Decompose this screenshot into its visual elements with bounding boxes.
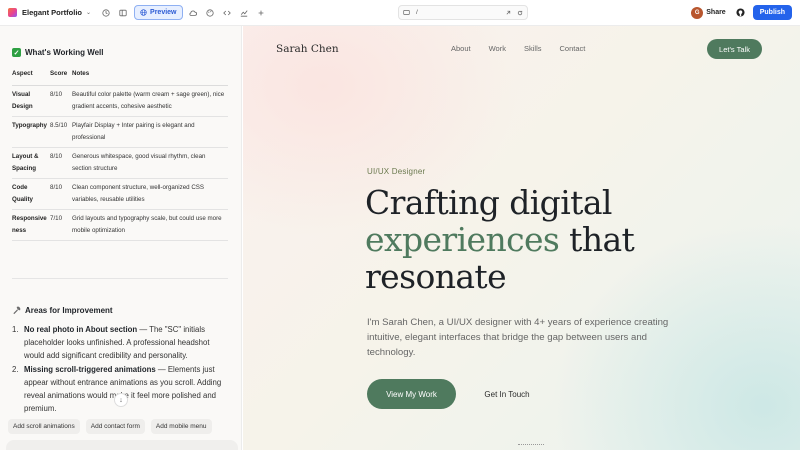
sidebar-toggle-icon[interactable] — [116, 6, 130, 20]
globe-icon — [140, 9, 147, 16]
preview-button[interactable]: Preview — [134, 5, 183, 20]
nav-link-skills[interactable]: Skills — [524, 44, 542, 53]
suggestion-chip[interactable]: Add contact form — [85, 419, 145, 434]
column-header: Aspect — [12, 66, 50, 86]
check-icon: ✓ — [12, 48, 21, 57]
aspect-cell: Layout & Spacing — [12, 147, 50, 179]
column-header: Score — [50, 66, 72, 86]
list-item: 2. Missing scroll-triggered animations —… — [12, 364, 222, 414]
share-button[interactable]: Share — [706, 9, 725, 16]
preview-label: Preview — [150, 9, 177, 16]
aspect-cell: Typography — [12, 116, 50, 148]
nav-link-about[interactable]: About — [451, 44, 471, 53]
url-bar[interactable]: / — [398, 5, 528, 20]
suggestion-chip[interactable]: Add scroll animations — [8, 419, 80, 434]
user-avatar[interactable]: G — [691, 6, 704, 19]
notes-cell: Grid layouts and typography scale, but c… — [72, 209, 228, 241]
nav-link-contact[interactable]: Contact — [560, 44, 586, 53]
table-row: Typography 8.5/10 Playfair Display + Int… — [12, 116, 228, 148]
table-header-row: Aspect Score Notes — [12, 66, 228, 86]
analytics-icon[interactable] — [237, 6, 251, 20]
table-row: Responsiveness 7/10 Grid layouts and typ… — [12, 209, 228, 241]
publish-button[interactable]: Publish — [752, 5, 792, 20]
suggestion-chip[interactable]: Add mobile menu — [150, 419, 212, 434]
history-icon[interactable] — [99, 6, 113, 20]
table-row: Layout & Spacing 8/10 Generous whitespac… — [12, 147, 228, 179]
palette-icon[interactable] — [203, 6, 217, 20]
site-nav: About Work Skills Contact — [451, 44, 585, 53]
site-preview: Sarah Chen About Work Skills Contact Let… — [243, 26, 800, 450]
table-row: Visual Design 8/10 Beautiful color palet… — [12, 85, 228, 117]
working-well-heading: ✓ What's Working Well — [12, 48, 104, 57]
scroll-down-button[interactable]: ↓ — [114, 393, 128, 407]
score-cell: 8/10 — [50, 147, 72, 179]
hero-eyebrow: UI/UX Designer — [367, 167, 426, 176]
chevron-down-icon: ⌄ — [86, 10, 92, 16]
notes-cell: Beautiful color palette (warm cream + sa… — [72, 85, 228, 117]
wrench-icon — [13, 306, 21, 315]
hero-title-accent: experiences — [365, 220, 560, 259]
app-logo-icon — [8, 8, 17, 17]
score-cell: 8.5/10 — [50, 116, 72, 148]
section-divider — [12, 278, 228, 279]
github-icon[interactable] — [736, 8, 745, 17]
score-cell: 7/10 — [50, 209, 72, 241]
notes-cell: Playfair Display + Inter pairing is eleg… — [72, 116, 228, 148]
hero-title: Crafting digital experiences that resona… — [365, 183, 635, 296]
code-icon[interactable] — [220, 6, 234, 20]
get-in-touch-button[interactable]: Get In Touch — [467, 379, 547, 409]
scroll-indicator — [518, 444, 544, 450]
hero-description: I'm Sarah Chen, a UI/UX designer with 4+… — [367, 317, 669, 358]
score-cell: 8/10 — [50, 178, 72, 210]
site-logo[interactable]: Sarah Chen — [276, 43, 339, 55]
open-external-icon[interactable] — [505, 10, 511, 16]
notes-cell: Clean component structure, well-organize… — [72, 178, 228, 210]
item-title: Missing scroll-triggered animations — [24, 364, 156, 374]
item-title: No real photo in About section — [24, 325, 138, 334]
url-path: / — [416, 9, 418, 16]
chat-panel: ✓ What's Working Well Aspect Score Notes… — [0, 26, 242, 450]
improvement-heading: Areas for Improvement — [12, 306, 113, 315]
message-composer[interactable] — [6, 440, 238, 450]
table-row: Code Quality 8/10 Clean component struct… — [12, 178, 228, 210]
suggestion-chips: Add scroll animations Add contact form A… — [8, 419, 212, 434]
top-toolbar: Elegant Portfolio ⌄ Preview / G Share Pu — [0, 0, 800, 26]
column-header: Notes — [72, 66, 228, 86]
add-icon[interactable] — [254, 6, 268, 20]
aspect-cell: Visual Design — [12, 85, 50, 117]
arrow-down-icon: ↓ — [119, 396, 123, 404]
score-cell: 8/10 — [50, 85, 72, 117]
notes-cell: Generous whitespace, good visual rhythm,… — [72, 147, 228, 179]
project-switcher[interactable]: Elegant Portfolio ⌄ — [8, 8, 91, 17]
cloud-icon[interactable] — [186, 6, 200, 20]
list-item: 1. No real photo in About section — The … — [12, 325, 210, 361]
project-name: Elegant Portfolio — [22, 8, 82, 17]
aspect-cell: Code Quality — [12, 178, 50, 210]
nav-link-work[interactable]: Work — [489, 44, 506, 53]
view-work-button[interactable]: View My Work — [367, 379, 456, 409]
aspect-cell: Responsiveness — [12, 209, 50, 241]
refresh-icon[interactable] — [517, 10, 523, 16]
lets-talk-button[interactable]: Let's Talk — [707, 39, 762, 59]
score-table: Aspect Score Notes Visual Design 8/10 Be… — [12, 66, 228, 241]
device-icon[interactable] — [403, 9, 410, 16]
